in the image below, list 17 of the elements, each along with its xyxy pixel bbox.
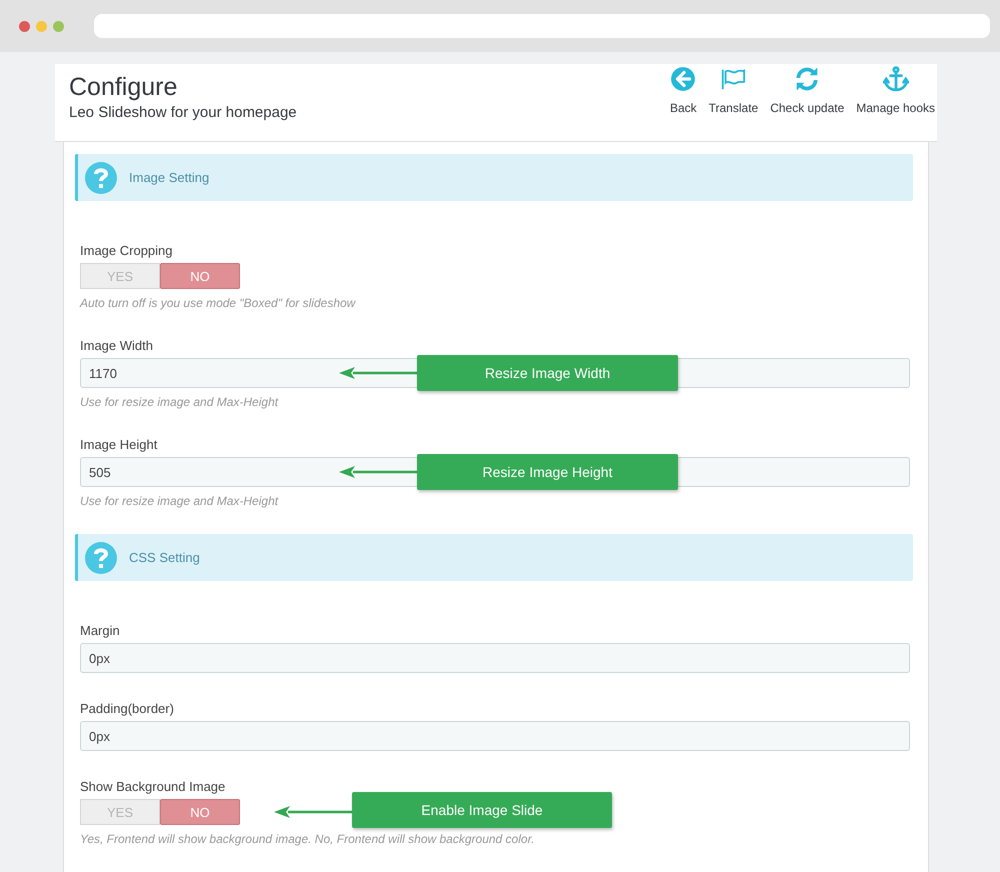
annotation-tooltip: Resize Image Height	[417, 454, 678, 490]
annotation-tooltip: Resize Image Width	[417, 355, 678, 391]
section-title: Image Setting	[129, 170, 210, 185]
help-text: Use for resize image and Max-Height	[80, 395, 280, 409]
field-label: Image Width	[80, 338, 154, 353]
field-label: Image Cropping	[80, 243, 174, 258]
field-label: Margin	[80, 623, 121, 638]
annotation-tooltip: Enable Image Slide	[352, 792, 612, 828]
field-label: Show Background Image	[80, 779, 226, 794]
page-title: Configure	[69, 73, 178, 102]
page-subtitle: Leo Slideshow for your homepage	[69, 104, 297, 121]
section-title: CSS Setting	[129, 550, 200, 565]
field-label: Padding(border)	[80, 701, 175, 716]
help-text: Auto turn off is you use mode "Boxed" for slideshow	[80, 296, 357, 310]
help-text: Yes, Frontend will show background image. No, Frontend will show background color.	[80, 832, 536, 846]
help-text: Use for resize image and Max-Height	[80, 494, 280, 508]
field-label: Image Height	[80, 437, 158, 452]
